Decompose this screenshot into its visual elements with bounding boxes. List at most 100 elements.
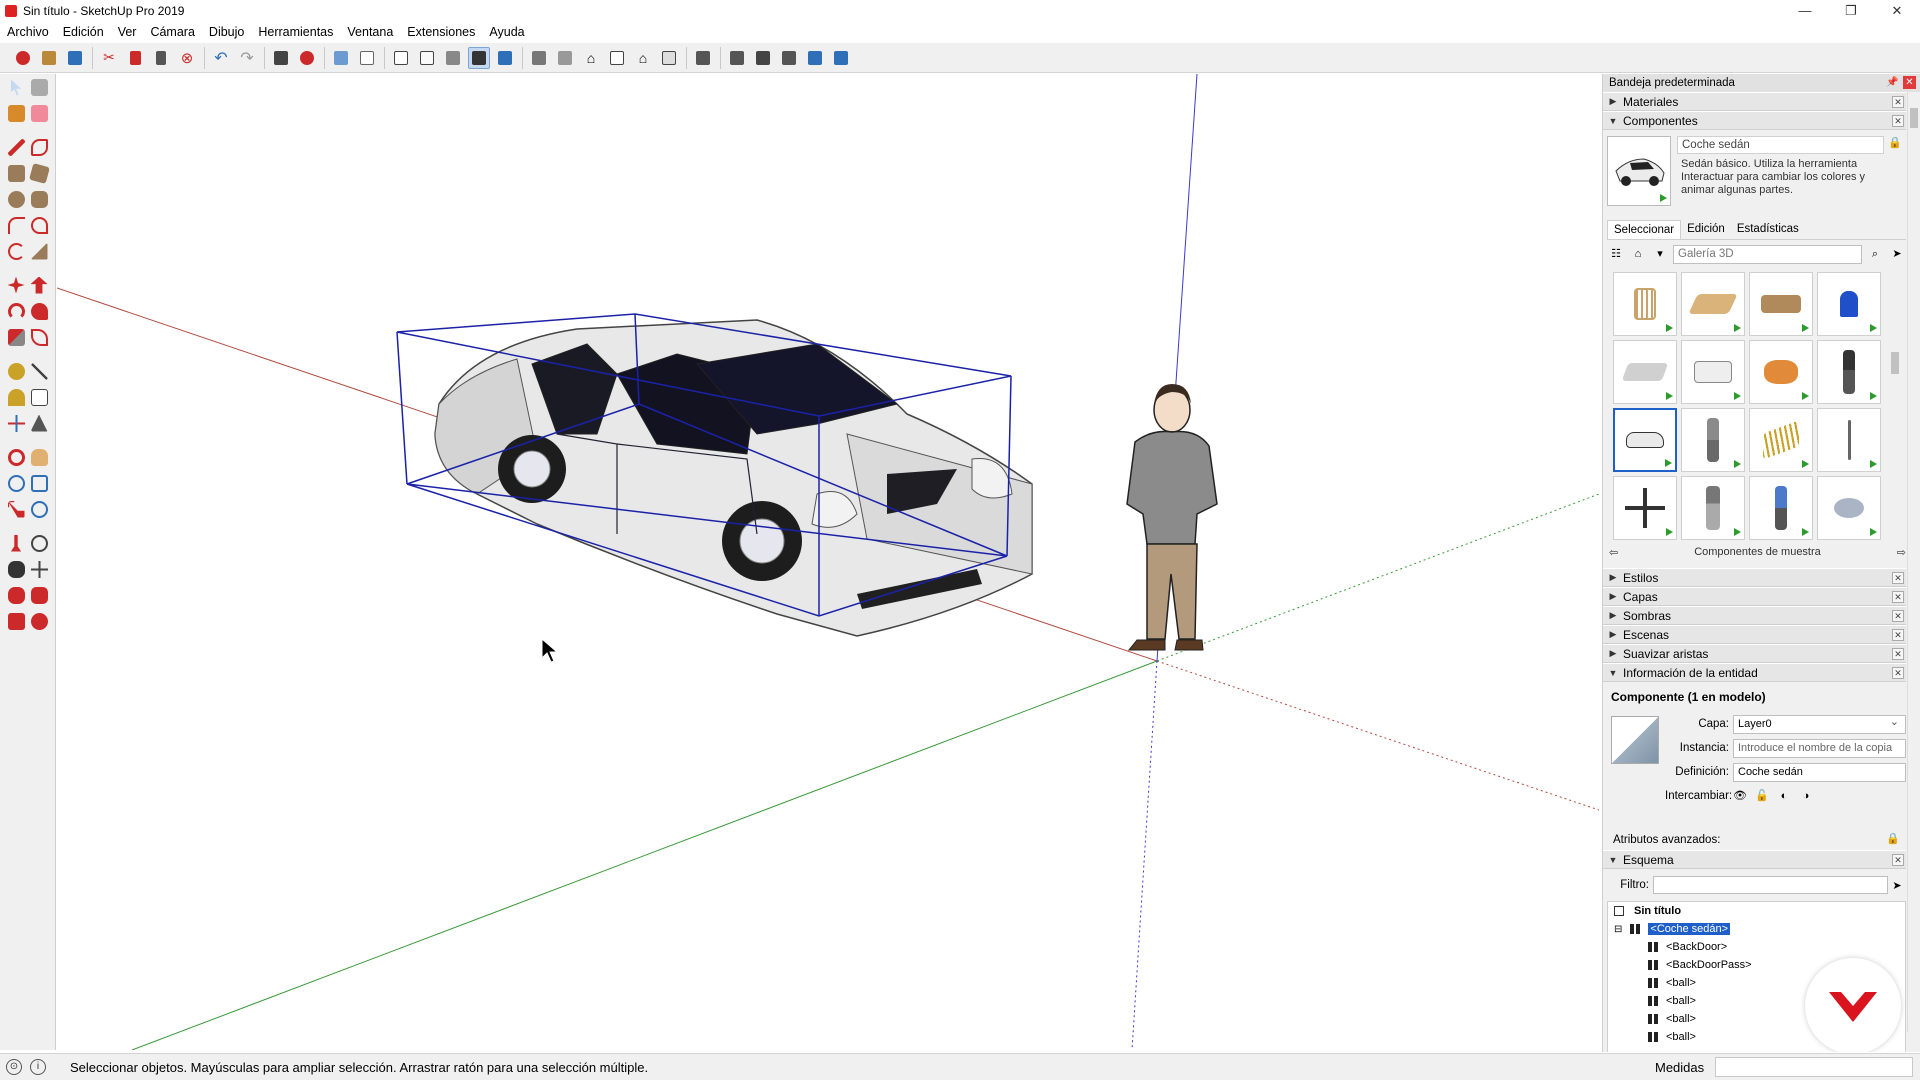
info-icon[interactable]: i xyxy=(30,1059,46,1075)
zoom-icon[interactable] xyxy=(7,474,25,492)
wireframe-icon[interactable] xyxy=(390,47,412,69)
geo-location-icon[interactable]: ⊙ xyxy=(6,1059,22,1075)
share-model-icon[interactable] xyxy=(778,47,800,69)
component-item-crib[interactable] xyxy=(1613,272,1677,336)
component-item-kids-playing[interactable] xyxy=(1749,340,1813,404)
layout-icon[interactable] xyxy=(752,47,774,69)
zoom-window-icon[interactable] xyxy=(30,474,48,492)
restore-button[interactable]: ❐ xyxy=(1828,0,1874,22)
push-pull-icon[interactable] xyxy=(30,276,48,294)
panel-close-icon[interactable]: ✕ xyxy=(1892,572,1904,584)
rectangle-icon[interactable] xyxy=(7,164,25,182)
sandbox-scratch-icon[interactable] xyxy=(30,586,48,604)
redo-icon[interactable]: ↷ xyxy=(236,47,258,69)
navigation-dropdown-icon[interactable]: ▾ xyxy=(1651,245,1669,263)
line-icon[interactable] xyxy=(7,138,25,156)
component-item-wood-pallet[interactable] xyxy=(1681,272,1745,336)
panel-componentes[interactable]: ▼ Componentes ✕ xyxy=(1603,111,1906,130)
panel-close-icon[interactable]: ✕ xyxy=(1892,591,1904,603)
menu-ver[interactable]: Ver xyxy=(111,25,144,39)
measurements-input[interactable] xyxy=(1715,1057,1913,1077)
tab-edicion[interactable]: Edición xyxy=(1681,220,1731,239)
pie-icon[interactable] xyxy=(30,216,48,234)
outliner-root[interactable]: Sin título xyxy=(1608,902,1905,920)
receive-shadows-icon[interactable]: ◑ xyxy=(1799,789,1813,803)
top-view-icon[interactable] xyxy=(554,47,576,69)
component-item-sedan-car[interactable] xyxy=(1613,408,1677,472)
close-button[interactable]: ✕ xyxy=(1874,0,1920,22)
panel-close-icon[interactable]: ✕ xyxy=(1892,610,1904,622)
shaded-icon[interactable] xyxy=(442,47,464,69)
offset-icon[interactable] xyxy=(30,328,48,346)
tab-seleccionar[interactable]: Seleccionar xyxy=(1607,220,1682,239)
visibility-eye-icon[interactable]: 👁 xyxy=(1733,789,1747,803)
three-point-arc-icon[interactable] xyxy=(30,242,48,260)
menu-herramientas[interactable]: Herramientas xyxy=(251,25,340,39)
undo-icon[interactable]: ↶ xyxy=(210,47,232,69)
model-info-icon[interactable] xyxy=(296,47,318,69)
polygon-icon[interactable] xyxy=(30,190,48,208)
outliner-details-icon[interactable]: ➤ xyxy=(1888,879,1906,892)
section-plane-icon[interactable] xyxy=(30,560,48,578)
menu-camara[interactable]: Cámara xyxy=(143,25,201,39)
component-item-woman-standing[interactable] xyxy=(1681,408,1745,472)
previous-view-icon[interactable] xyxy=(30,500,48,518)
component-item-road-sign[interactable] xyxy=(1613,476,1677,540)
menu-edicion[interactable]: Edición xyxy=(56,25,111,39)
menu-ayuda[interactable]: Ayuda xyxy=(482,25,531,39)
component-item-mailbox[interactable] xyxy=(1817,272,1881,336)
panel-materiales[interactable]: ▶ Materiales ✕ xyxy=(1603,92,1906,111)
xray-icon[interactable] xyxy=(330,47,352,69)
component-name-field[interactable]: Coche sedán xyxy=(1677,136,1885,154)
cut-icon[interactable]: ✂ xyxy=(98,47,120,69)
iso-view-icon[interactable] xyxy=(528,47,550,69)
component-item-man-standing[interactable] xyxy=(1817,340,1881,404)
rotate-icon[interactable] xyxy=(7,302,25,320)
panel-close-icon[interactable]: ✕ xyxy=(1892,96,1904,108)
rotated-rectangle-icon[interactable] xyxy=(28,162,50,184)
front-view-icon[interactable]: ⌂ xyxy=(580,47,602,69)
make-component-icon[interactable] xyxy=(30,78,48,96)
sandbox-smoove-icon[interactable] xyxy=(7,612,25,630)
protractor-icon[interactable] xyxy=(7,388,25,406)
collapse-tree-icon[interactable]: ⊟ xyxy=(1614,924,1622,935)
monochrome-icon[interactable] xyxy=(494,47,516,69)
delete-icon[interactable]: ⊗ xyxy=(176,47,198,69)
home-icon[interactable]: ⌂ xyxy=(1629,245,1647,263)
menu-dibujo[interactable]: Dibujo xyxy=(202,25,251,39)
panel-informacion-entidad[interactable]: ▼ Información de la entidad ✕ xyxy=(1603,663,1906,682)
cast-shadows-icon[interactable]: ◐ xyxy=(1777,789,1791,803)
tray-scrollbar[interactable] xyxy=(1907,92,1920,1032)
right-view-icon[interactable] xyxy=(606,47,628,69)
warehouse-icon[interactable] xyxy=(692,47,714,69)
panel-close-icon[interactable]: ✕ xyxy=(1892,854,1904,866)
menu-ventana[interactable]: Ventana xyxy=(340,25,400,39)
move-icon[interactable] xyxy=(7,276,25,294)
pin-icon[interactable]: 📌 xyxy=(1886,76,1899,89)
details-arrow-icon[interactable]: ➤ xyxy=(1888,245,1906,263)
search-icon[interactable]: ⌕ xyxy=(1866,245,1884,263)
instance-input[interactable]: Introduce el nombre de la copia xyxy=(1733,738,1906,758)
walk-icon[interactable] xyxy=(7,560,25,578)
panel-suavizar-aristas[interactable]: ▶ Suavizar aristas ✕ xyxy=(1603,644,1906,663)
back-edges-icon[interactable] xyxy=(356,47,378,69)
paste-icon[interactable] xyxy=(150,47,172,69)
outliner-row-selected[interactable]: ⊟ <Coche sedán> xyxy=(1608,920,1905,938)
component-item-street-lamp[interactable] xyxy=(1817,408,1881,472)
component-item-patio-table[interactable] xyxy=(1817,476,1881,540)
print-icon[interactable] xyxy=(270,47,292,69)
component-search-input[interactable]: Galería 3D xyxy=(1673,244,1862,264)
axes-icon[interactable] xyxy=(7,414,25,432)
back-arrow-icon[interactable]: ⇦ xyxy=(1609,546,1618,559)
component-lock-icon[interactable]: 🔒 xyxy=(1888,136,1902,208)
component-item-bench[interactable] xyxy=(1749,272,1813,336)
eraser-icon[interactable] xyxy=(30,104,48,122)
new-file-icon[interactable] xyxy=(12,47,34,69)
left-view-icon[interactable] xyxy=(658,47,680,69)
component-item-woman-child[interactable] xyxy=(1681,476,1745,540)
component-share-icon[interactable] xyxy=(830,47,852,69)
zoom-extents-icon[interactable] xyxy=(7,500,25,518)
follow-me-icon[interactable] xyxy=(30,302,48,320)
minimize-button[interactable]: — xyxy=(1782,0,1828,22)
extension-warehouse-icon[interactable] xyxy=(726,47,748,69)
